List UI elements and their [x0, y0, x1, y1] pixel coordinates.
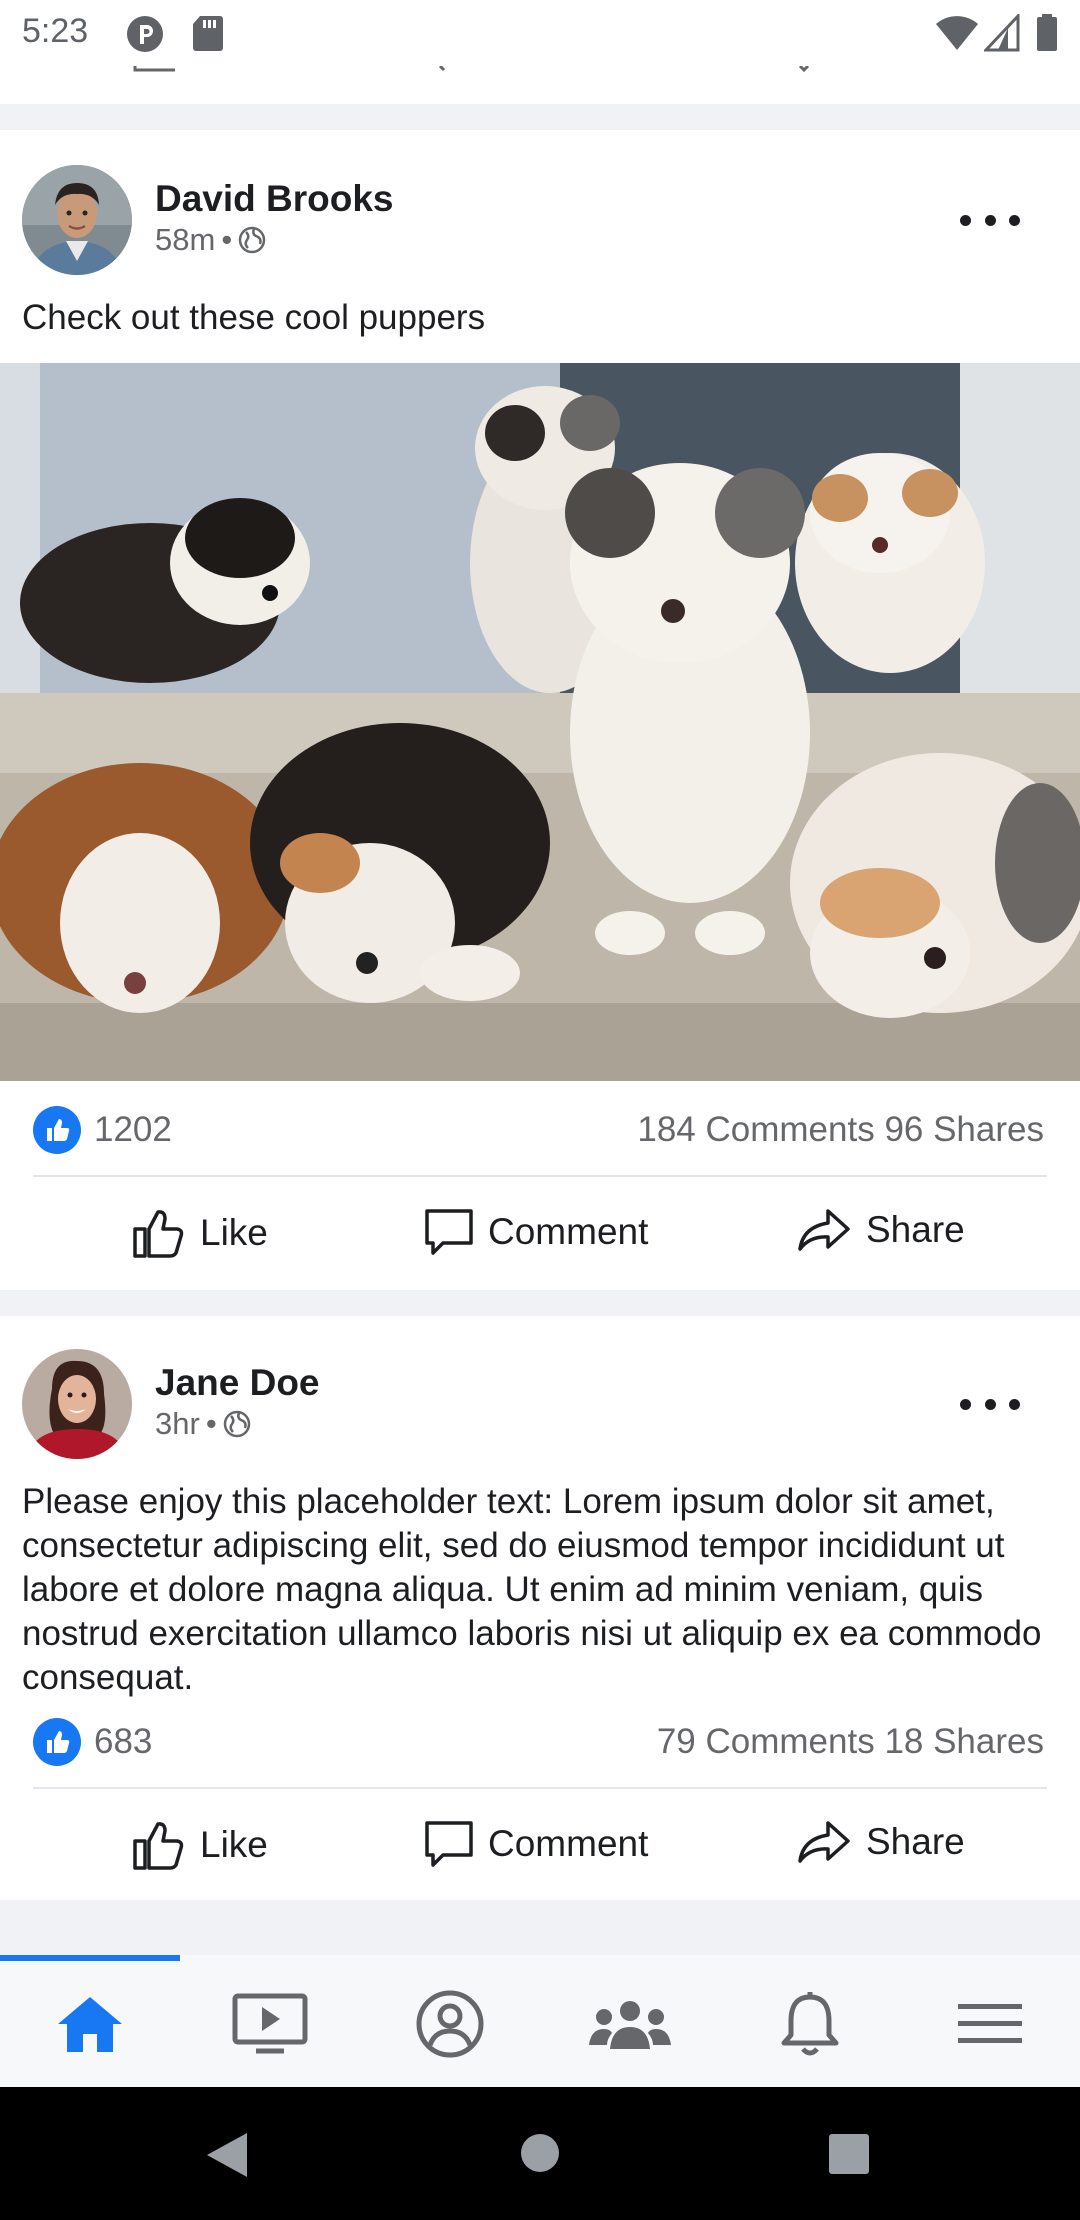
post-stats: 1202 184 Comments 96 Shares — [0, 1100, 1080, 1160]
post-card: David Brooks 58m • Check out these cool … — [0, 130, 1080, 1290]
back-icon[interactable] — [205, 2131, 249, 2179]
post-card: Jane Doe 3hr • Please enjoy this placeho… — [0, 1316, 1080, 1900]
comments-shares: 79 Comments 18 Shares — [657, 1722, 1044, 1762]
status-time: 5:23 — [22, 12, 89, 50]
p-badge-icon — [127, 16, 163, 52]
avatar[interactable] — [22, 165, 132, 275]
profile-icon — [416, 1990, 484, 2058]
post-author[interactable]: Jane Doe — [155, 1362, 320, 1404]
home-circle-icon[interactable] — [520, 2133, 560, 2173]
comment-icon — [425, 1821, 473, 1867]
bottom-nav — [0, 1955, 1080, 2087]
post-actions: Like Comment Share — [0, 1805, 1080, 1885]
divider — [33, 1175, 1047, 1177]
more-dot-icon — [1009, 1398, 1020, 1410]
comment-label: Comment — [488, 1823, 649, 1864]
more-dot-icon — [1009, 214, 1020, 226]
share-label: Share — [866, 1821, 965, 1862]
post-time: 58m — [155, 222, 216, 257]
comment-button[interactable]: Comment — [424, 1819, 648, 1869]
system-nav-bar — [0, 2087, 1080, 2220]
post-photo[interactable] — [0, 363, 1080, 1081]
thumbs-up-icon — [133, 1210, 184, 1258]
globe-icon — [238, 226, 266, 254]
like-count[interactable]: 1202 — [94, 1110, 172, 1150]
video-icon — [232, 1993, 308, 2054]
feed-separator — [0, 104, 1080, 130]
nav-groups[interactable] — [540, 1965, 720, 2083]
status-bar: 5:23 — [0, 0, 1080, 66]
feed-separator — [0, 1290, 1080, 1316]
share-button[interactable]: Share — [796, 1819, 965, 1865]
post-text: Please enjoy this placeholder text: Lore… — [22, 1482, 1042, 1697]
thumbs-up-icon — [133, 1822, 184, 1870]
divider — [33, 1787, 1047, 1789]
comment-count[interactable]: 184 Comments — [637, 1110, 874, 1149]
comment-count[interactable]: 79 Comments — [657, 1722, 875, 1761]
nav-home[interactable] — [0, 1965, 180, 2083]
nav-profile[interactable] — [360, 1965, 540, 2083]
post-time: 3hr — [155, 1406, 200, 1441]
post-stats: 683 79 Comments 18 Shares — [0, 1712, 1080, 1772]
post-meta: 58m • — [155, 222, 266, 258]
like-label: Like — [200, 1824, 268, 1865]
menu-icon — [958, 2004, 1022, 2043]
comment-button[interactable]: Comment — [424, 1207, 648, 1257]
post-actions: Like Comment Share — [0, 1193, 1080, 1273]
feed-separator — [0, 1900, 1080, 1955]
share-label: Share — [866, 1209, 965, 1250]
sd-card-icon — [193, 16, 223, 51]
more-dot-icon — [960, 1398, 971, 1410]
more-options-button[interactable] — [960, 200, 1020, 240]
nav-watch[interactable] — [180, 1965, 360, 2083]
cell-signal-icon — [984, 14, 1020, 52]
notifications-icon — [781, 1992, 839, 2056]
post-text: Check out these cool puppers — [22, 298, 486, 337]
meta-separator: • — [221, 222, 233, 257]
post-author[interactable]: David Brooks — [155, 178, 394, 220]
more-dot-icon — [984, 214, 996, 226]
more-options-button[interactable] — [960, 1384, 1020, 1424]
nav-notifications[interactable] — [720, 1965, 900, 2083]
share-button[interactable]: Share — [796, 1207, 965, 1253]
puppies-photo — [0, 363, 1080, 1081]
share-count[interactable]: 96 Shares — [884, 1110, 1044, 1149]
home-icon — [58, 1997, 122, 2052]
like-badge-icon — [33, 1718, 81, 1766]
like-label: Like — [200, 1212, 268, 1253]
like-button[interactable]: Like — [132, 1207, 268, 1259]
share-count[interactable]: 18 Shares — [884, 1722, 1044, 1761]
more-dot-icon — [984, 1398, 996, 1410]
nav-menu[interactable] — [900, 1965, 1080, 2083]
comment-label: Comment — [488, 1211, 649, 1252]
like-button[interactable]: Like — [132, 1819, 268, 1871]
wifi-icon — [936, 16, 978, 50]
globe-icon — [223, 1410, 250, 1438]
recents-icon[interactable] — [829, 2134, 869, 2174]
comment-icon — [425, 1209, 473, 1255]
active-tab-indicator — [0, 1955, 180, 1961]
groups-icon — [589, 2001, 671, 2049]
like-count[interactable]: 683 — [94, 1722, 152, 1762]
comments-shares: 184 Comments 96 Shares — [637, 1110, 1044, 1150]
meta-separator: • — [205, 1406, 217, 1441]
previous-post-actions-icons — [133, 66, 810, 73]
previous-post-remnant — [0, 66, 1080, 104]
like-badge-icon — [33, 1106, 81, 1154]
post-meta: 3hr • — [155, 1406, 251, 1442]
battery-icon — [1037, 14, 1057, 51]
more-dot-icon — [960, 214, 971, 226]
avatar[interactable] — [22, 1349, 132, 1459]
share-arrow-icon — [798, 1209, 850, 1251]
share-arrow-icon — [798, 1821, 850, 1863]
